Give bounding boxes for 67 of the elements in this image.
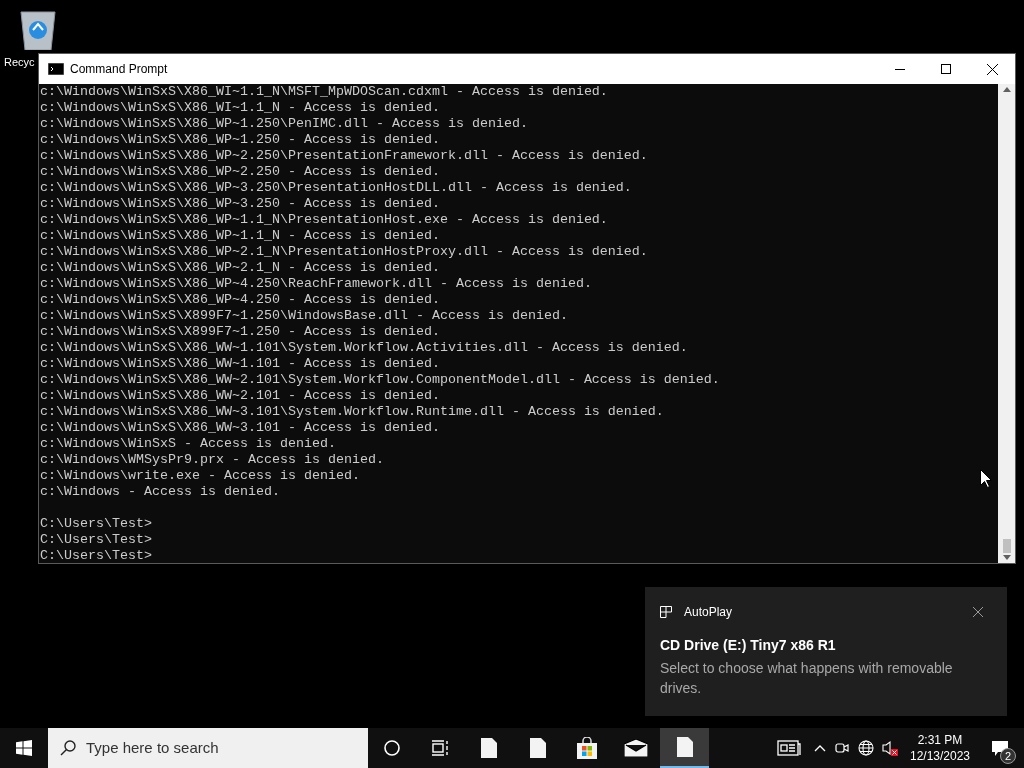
clock-button[interactable]: 2:31 PM 12/13/2023: [902, 728, 978, 768]
console-line: c:\Windows\WinSxS\X86_WP~2.1_N - Access is denied.: [40, 260, 440, 276]
autoplay-notification[interactable]: AutoPlay CD Drive (E:) Tiny7 x86 R1 Select to choose what happens with removable drives.: [645, 587, 1007, 716]
console-line: c:\Windows\WinSxS\X899F7~1.250 - Access is denied.: [40, 324, 440, 340]
document-icon: [529, 738, 546, 758]
search-input[interactable]: Type here to search: [86, 736, 346, 760]
scrollbar[interactable]: [998, 84, 1015, 563]
window-title: Command Prompt: [70, 61, 168, 78]
console-line: c:\Windows\WinSxS\X86_WI~1.1_N - Access is denied.: [40, 100, 440, 116]
console-line: c:\Windows\WinSxS\X86_WW~2.101\System.Workflow.ComponentModel.dll - Access is denied.: [40, 372, 720, 388]
console-line: c:\Windows\WinSxS\X86_WP~1.1_N\PresentationHost.exe - Access is denied.: [40, 212, 608, 228]
console-line: c:\Windows\WinSxS\X86_WP~2.1_N\PresentationHostProxy.dll - Access is denied.: [40, 244, 648, 260]
prompt-line: C:\Users\Test>: [40, 532, 152, 548]
console-line: c:\Windows\WinSxS\X86_WP~1.1_N - Access is denied.: [40, 228, 440, 244]
desktop-icon-label: Recyc: [4, 56, 35, 69]
console-line: c:\Windows\WinSxS\X86_WP~2.250 - Access is denied.: [40, 164, 440, 180]
circle-icon: [384, 740, 400, 756]
newspaper-icon: [777, 740, 801, 756]
envelope-icon: [623, 739, 648, 757]
prompt-line: C:\Users\Test>: [40, 548, 152, 564]
console-line: c:\Windows\WinSxS\X86_WP~3.250 - Access is denied.: [40, 196, 440, 212]
console-line: c:\Windows\WinSxS\X86_WP~4.250\ReachFramework.dll - Access is denied.: [40, 276, 592, 292]
close-icon: [986, 63, 998, 75]
shopping-bag-icon: [575, 737, 598, 759]
console-line: c:\Windows\WinSxS\X86_WW~1.101\System.Workflow.Activities.dll - Access is denied.: [40, 340, 688, 356]
notifications-button[interactable]: 2: [986, 728, 1014, 768]
console-line: c:\Windows\WMSysPr9.prx - Access is denied.: [40, 452, 384, 468]
notification-body: Select to choose what happens with removable drives.: [660, 659, 954, 698]
maximize-icon: [941, 64, 951, 74]
console-line: c:\Windows\WinSxS\X86_WW~3.101\System.Workflow.Runtime.dll - Access is denied.: [40, 404, 664, 420]
notification-title: CD Drive (E:) Tiny7 x86 R1: [660, 636, 836, 655]
minimize-icon: [895, 68, 905, 70]
console-line: c:\Windows\WinSxS - Access is denied.: [40, 436, 336, 452]
console-line: c:\Windows\WinSxS\X899F7~1.250\WindowsBase.dll - Access is denied.: [40, 308, 568, 324]
windows-logo-icon: [16, 740, 32, 756]
prompt-line: C:\Users\Test>: [40, 516, 152, 532]
console-line: c:\Windows\WinSxS\X86_WP~1.250\PenIMC.dll - Access is denied.: [40, 116, 528, 132]
muted-speaker-icon: [882, 740, 898, 756]
globe-icon: [858, 740, 874, 756]
close-icon: [973, 607, 983, 617]
search-icon: [60, 740, 76, 756]
mouse-pointer-icon: [980, 469, 992, 488]
notification-count-badge: 2: [1000, 748, 1016, 764]
scroll-up-icon: [1002, 87, 1011, 92]
console-line: c:\Windows\WinSxS\X86_WW~3.101 - Access is denied.: [40, 420, 440, 436]
console-icon: [48, 63, 64, 75]
document-icon: [676, 737, 693, 757]
console-line: c:\Windows - Access is denied.: [40, 484, 280, 500]
notification-app-name: AutoPlay: [684, 604, 733, 621]
console-line: c:\Windows\WinSxS\X86_WP~1.250 - Access is denied.: [40, 132, 440, 148]
task-view-icon: [431, 740, 449, 756]
console-line: c:\Windows\WinSxS\X86_WP~2.250\PresentationFramework.dll - Access is denied.: [40, 148, 648, 164]
search-field[interactable]: Type here to search: [48, 728, 368, 768]
console-line: c:\Windows\WinSxS\X86_WP~3.250\PresentationHostDLL.dll - Access is denied.: [40, 180, 632, 196]
console-line: c:\Windows\WinSxS\X86_WW~2.101 - Access is denied.: [40, 388, 440, 404]
chevron-up-icon: [814, 744, 826, 752]
console-line: c:\Windows\WinSxS\X86_WW~1.101 - Access is denied.: [40, 356, 440, 372]
close-button[interactable]: [970, 604, 986, 620]
console-line: c:\Windows\WinSxS\X86_WI~1.1_N\MSFT_MpWDOScan.cdxml - Access is denied.: [40, 84, 608, 100]
camera-icon: [835, 741, 849, 755]
console-line: c:\Windows\WinSxS\X86_WP~4.250 - Access is denied.: [40, 292, 440, 308]
autoplay-icon: [660, 606, 672, 618]
scroll-down-icon: [1002, 555, 1011, 560]
taskbar-app-button[interactable]: [660, 728, 709, 768]
scrollbar-thumb[interactable]: [1002, 539, 1011, 553]
console-line: c:\Windows\write.exe - Access is denied.: [40, 468, 360, 484]
document-icon: [480, 738, 497, 758]
